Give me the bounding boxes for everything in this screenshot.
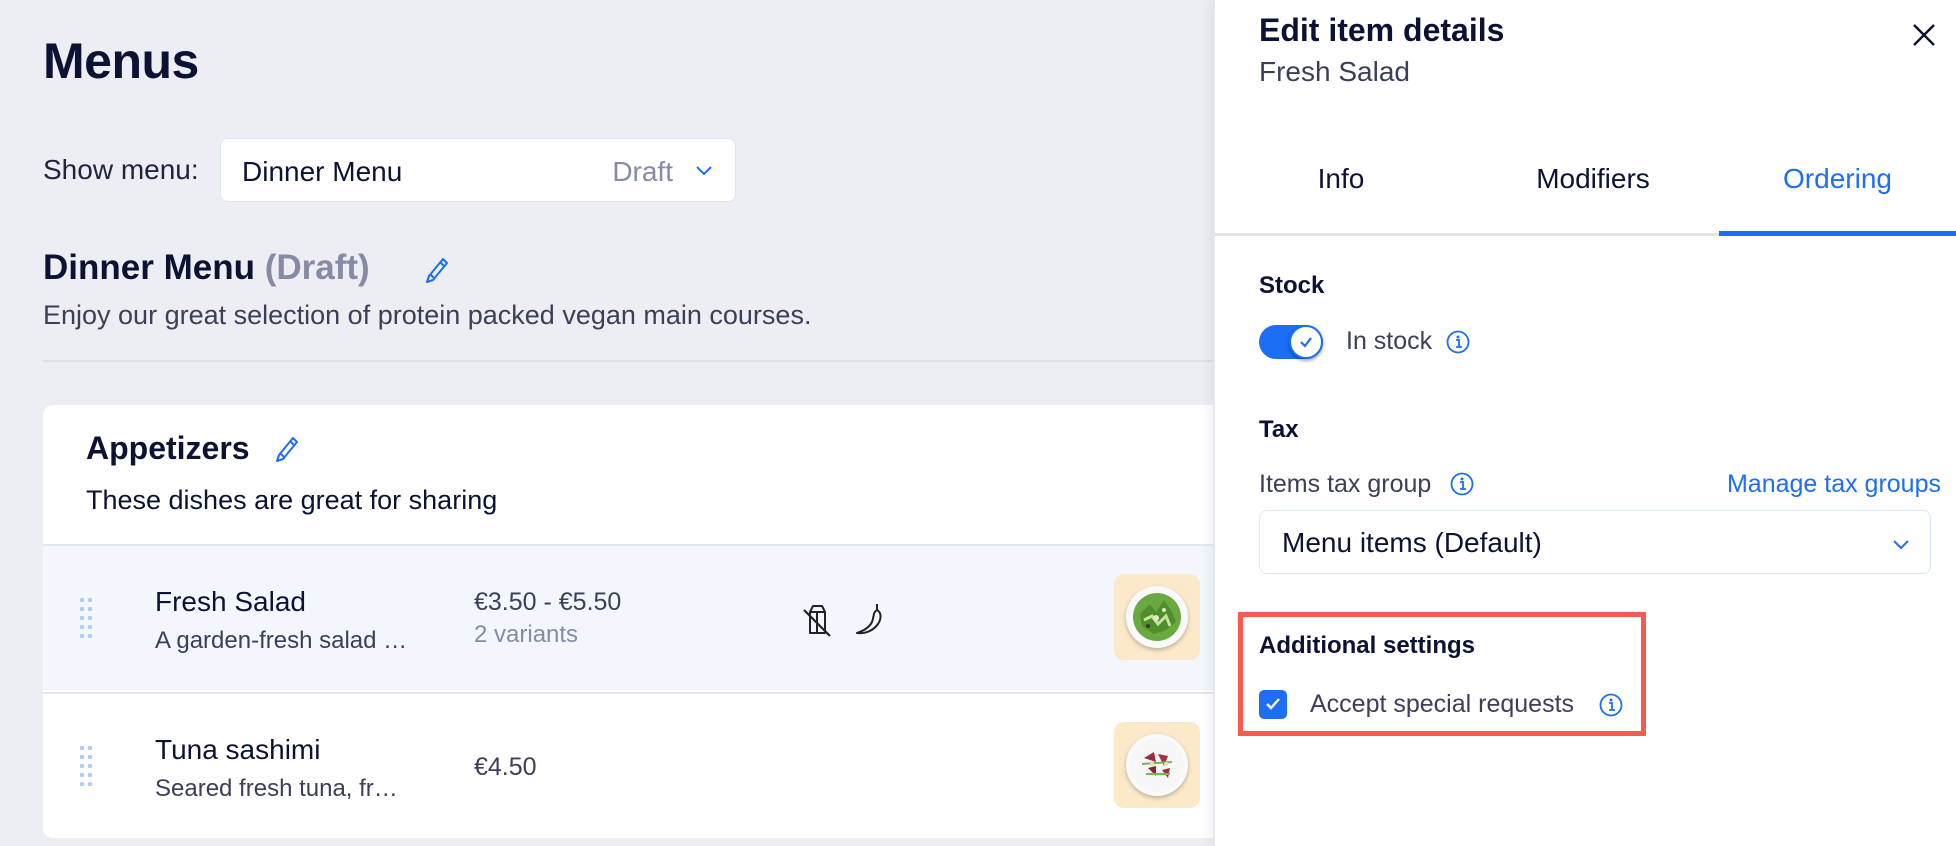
tax-heading: Tax	[1259, 416, 1299, 443]
item-description: Seared fresh tuna, fr…	[155, 775, 398, 802]
tab-modifiers[interactable]: Modifiers	[1467, 163, 1719, 233]
panel-tabs: Info Modifiers Ordering	[1215, 150, 1956, 236]
item-description: A garden-fresh salad …	[155, 627, 408, 654]
item-price: €4.50	[474, 753, 537, 781]
info-icon[interactable]	[1450, 472, 1474, 496]
show-menu-label: Show menu:	[43, 154, 199, 185]
edit-item-panel: Edit item details Fresh Salad Info Modif…	[1213, 0, 1956, 846]
section-description: These dishes are great for sharing	[86, 485, 498, 515]
drag-handle-icon[interactable]	[80, 598, 94, 640]
check-icon	[1300, 337, 1312, 348]
dairy-free-icon	[803, 605, 831, 637]
check-icon	[1266, 698, 1280, 710]
item-name: Fresh Salad	[155, 586, 306, 617]
close-icon[interactable]	[1911, 22, 1937, 48]
item-thumbnail	[1114, 574, 1200, 660]
menu-status: (Draft)	[264, 248, 370, 287]
active-tab-indicator	[1719, 231, 1956, 236]
salad-image	[1126, 586, 1188, 648]
spicy-pepper-icon	[856, 604, 882, 635]
chevron-down-icon	[1893, 540, 1909, 550]
in-stock-label: In stock	[1346, 327, 1433, 355]
item-variants: 2 variants	[474, 621, 579, 648]
item-name: Tuna sashimi	[155, 734, 321, 765]
section-title: Appetizers	[86, 430, 298, 467]
edit-section-pencil-icon[interactable]	[273, 433, 301, 463]
divider	[43, 360, 1213, 362]
tax-group-dropdown[interactable]: Menu items (Default)	[1259, 510, 1931, 574]
section-card: Appetizers These dishes are great for sh…	[43, 405, 1213, 838]
menu-select-value: Dinner Menu	[242, 156, 403, 187]
menu-description: Enjoy our great selection of protein pac…	[43, 300, 812, 330]
panel-subtitle: Fresh Salad	[1259, 56, 1410, 87]
page-title: Menus	[43, 33, 199, 89]
panel-title: Edit item details	[1259, 12, 1505, 48]
menu-select-status: Draft	[612, 156, 673, 187]
toggle-knob	[1289, 325, 1323, 359]
tax-group-value: Menu items (Default)	[1282, 527, 1542, 558]
section-name: Appetizers	[86, 430, 250, 466]
edit-menu-pencil-icon[interactable]	[423, 254, 451, 284]
item-thumbnail	[1114, 722, 1200, 808]
menu-item-row[interactable]: Tuna sashimi Seared fresh tuna, fr… €4.5…	[43, 692, 1213, 838]
additional-settings-heading: Additional settings	[1259, 632, 1475, 659]
info-icon[interactable]	[1599, 693, 1623, 717]
menu-select-dropdown[interactable]: Dinner Menu Draft	[220, 138, 736, 202]
chevron-down-icon	[696, 166, 712, 176]
accept-special-requests-label: Accept special requests	[1310, 690, 1575, 718]
item-price: €3.50 - €5.50	[474, 588, 622, 616]
menu-name: Dinner Menu	[43, 248, 255, 287]
drag-handle-icon[interactable]	[80, 746, 94, 788]
menu-heading: Dinner Menu (Draft)	[43, 248, 448, 288]
tuna-sashimi-image	[1126, 734, 1188, 796]
in-stock-toggle[interactable]	[1259, 325, 1323, 359]
menus-page: Menus Show menu: Dinner Menu Draft Dinne…	[0, 0, 1213, 846]
menu-item-row[interactable]: Fresh Salad A garden-fresh salad … €3.50…	[43, 544, 1213, 690]
tax-group-label: Items tax group	[1259, 470, 1432, 498]
manage-tax-groups-link[interactable]: Manage tax groups	[1727, 470, 1941, 499]
stock-heading: Stock	[1259, 272, 1325, 299]
tab-ordering[interactable]: Ordering	[1719, 163, 1956, 233]
accept-special-requests-checkbox[interactable]	[1259, 690, 1287, 719]
info-icon[interactable]	[1446, 330, 1470, 354]
tab-info[interactable]: Info	[1215, 163, 1467, 233]
